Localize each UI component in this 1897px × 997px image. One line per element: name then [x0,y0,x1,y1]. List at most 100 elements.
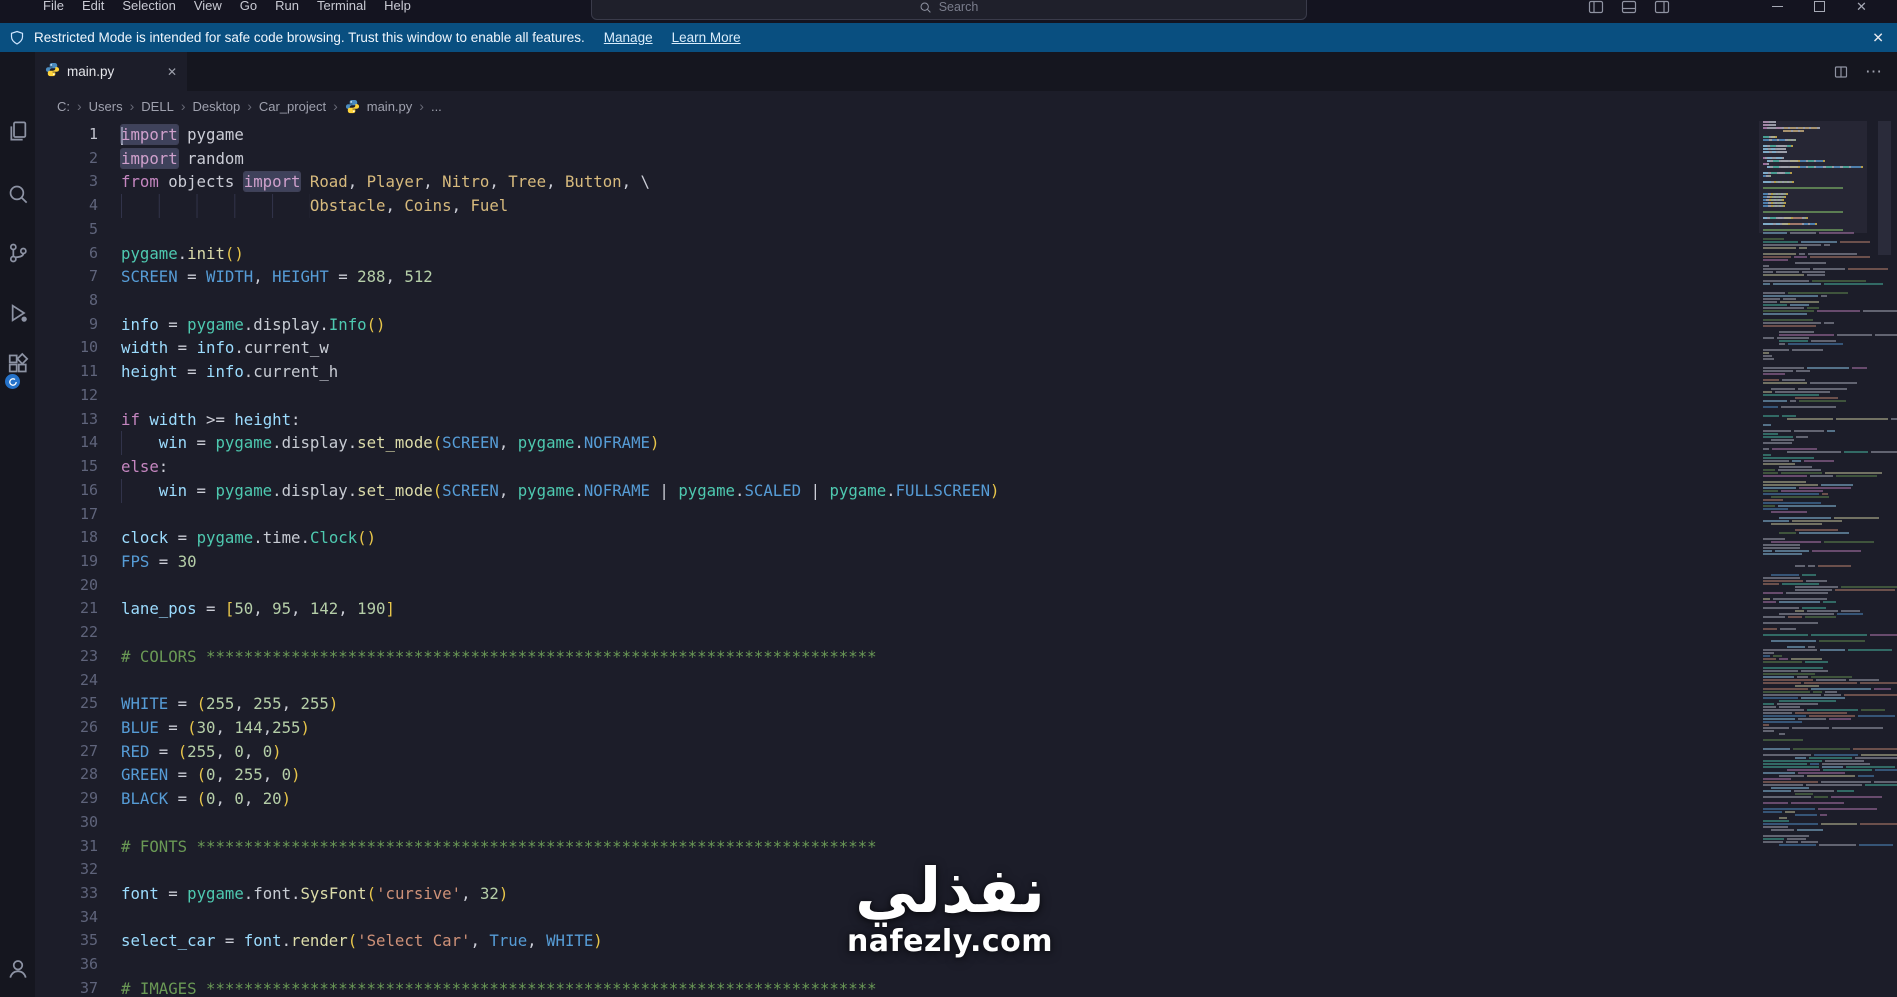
code-line[interactable]: 34 [35,906,1000,930]
code-line[interactable]: 3 from objects import Road, Player, Nitro… [35,170,1000,194]
code-line[interactable]: 25 WHITE = (255, 255, 255) [35,692,1000,716]
code-line[interactable]: 36 [35,953,1000,977]
code-line[interactable]: 23 # COLORS *****************************… [35,645,1000,669]
breadcrumb-item[interactable]: main.py [367,99,413,114]
line-number: 32 [79,860,98,879]
menu-edit[interactable]: Edit [73,0,113,13]
minimize-icon[interactable] [1772,5,1783,8]
menu-view[interactable]: View [185,0,231,13]
search-placeholder: Search [938,0,979,14]
code-line[interactable]: 17 [35,503,1000,527]
menu-selection[interactable]: Selection [113,0,184,13]
python-icon [45,62,60,76]
code-line[interactable]: 26 BLUE = (30, 144,255) [35,716,1000,740]
code-line[interactable]: 21 lane_pos = [50, 95, 142, 190] [35,597,1000,621]
code-line[interactable]: 29 BLACK = (0, 0, 20) [35,787,1000,811]
code-line[interactable]: 24 [35,669,1000,693]
code-text: from objects import Road, Player, Nitro,… [121,172,650,192]
menu-help[interactable]: Help [375,0,420,13]
line-number: 17 [79,504,98,523]
code-line[interactable]: 7 SCREEN = WIDTH, HEIGHT = 288, 512 [35,265,1000,289]
indent-guide [121,478,159,503]
search-sidebar-icon[interactable] [6,182,30,206]
menu-go[interactable]: Go [231,0,266,13]
window-close-icon[interactable]: ✕ [1856,0,1867,13]
indent-guide [121,431,159,456]
breadcrumb-item[interactable]: DELL [141,99,174,114]
code-line[interactable]: 19 FPS = 30 [35,550,1000,574]
code-text: font = pygame.font.SysFont('cursive', 32… [121,884,509,903]
menu-file[interactable]: File [34,0,73,13]
breadcrumb-item[interactable]: Users [89,99,123,114]
breadcrumb-item[interactable]: Desktop [193,99,241,114]
code-line[interactable]: 2 import random [35,147,1000,171]
code-line[interactable]: 30 [35,811,1000,835]
code-line[interactable]: 9 info = pygame.display.Info() [35,313,1000,337]
code-line[interactable]: 18 clock = pygame.time.Clock() [35,526,1000,550]
code-text: # FONTS ********************************… [121,836,877,856]
chevron-right-icon: › [419,98,424,114]
code-line[interactable]: 8 [35,289,1000,313]
breadcrumb-item[interactable]: ... [431,99,442,114]
minimap-slider[interactable] [1759,121,1867,233]
layout-sidebar-right-icon[interactable] [1654,0,1670,15]
search-icon [920,2,931,13]
breadcrumb-item[interactable]: Car_project [259,99,326,114]
line-number: 21 [79,599,98,618]
code-line[interactable]: 13 if width >= height: [35,408,1000,432]
more-actions-icon[interactable]: ⋯ [1865,62,1883,82]
code-line[interactable]: 28 GREEN = (0, 255, 0) [35,763,1000,787]
maximize-icon[interactable] [1814,1,1825,12]
split-editor-icon[interactable] [1833,64,1849,80]
account-icon[interactable] [6,957,30,981]
code-line[interactable]: 12 [35,384,1000,408]
code-line[interactable]: 32 [35,858,1000,882]
code-text: clock = pygame.time.Clock() [121,528,377,548]
explorer-icon[interactable] [6,119,30,143]
minimap[interactable] [1759,121,1897,881]
banner-close-icon[interactable]: ✕ [1872,29,1884,46]
code-line[interactable]: 15 else: [35,455,1000,479]
python-icon [345,99,359,113]
editor-group: main.py ✕ ⋯ C: › Users › DELL › Desktop › Car_pr… [35,52,1897,997]
code-line[interactable]: 16 win = pygame.display.set_mode(SCREEN, … [35,478,1000,503]
layout-sidebar-left-icon[interactable] [1588,0,1604,15]
line-number: 4 [88,196,98,215]
code-line[interactable]: 31 # FONTS ******************************… [35,835,1000,859]
extensions-icon[interactable] [6,352,30,376]
menu-run[interactable]: Run [266,0,308,13]
line-number: 5 [88,219,98,238]
code-editor[interactable]: 1 import pygame 2 import random 3 from object… [35,121,1897,997]
source-control-icon[interactable] [6,241,30,265]
code-text: info = pygame.display.Info() [121,314,386,334]
menu-terminal[interactable]: Terminal [308,0,375,13]
breadcrumb-item[interactable]: C: [57,99,70,114]
code-line[interactable]: 33 font = pygame.font.SysFont('cursive', … [35,882,1000,906]
code-line[interactable]: 20 [35,574,1000,598]
tab-close-icon[interactable]: ✕ [167,65,177,79]
code-line[interactable]: 4 Obstacle, Coins, Fuel [35,194,1000,218]
scrollbar-slider[interactable] [1878,121,1891,255]
search-box[interactable]: Search [590,0,1307,20]
run-and-debug-icon[interactable] [6,301,30,325]
code-line[interactable]: 22 [35,621,1000,645]
line-number: 12 [79,385,98,404]
menu-bar: File Edit Selection View Go Run Terminal Help [34,0,420,15]
code-line[interactable]: 35 select_car = font.render('Select Car',… [35,929,1000,953]
code-line[interactable]: 11 height = info.current_h [35,360,1000,384]
code-line[interactable]: 6 pygame.init() [35,242,1000,266]
tab-main-py[interactable]: main.py ✕ [35,52,187,91]
code-line[interactable]: 10 width = info.current_w [35,336,1000,360]
manage-link[interactable]: Manage [604,30,653,45]
vertical-scrollbar[interactable] [1878,121,1891,997]
code-line[interactable]: 5 [35,218,1000,242]
chevron-right-icon: › [333,98,338,114]
code-line[interactable]: 27 RED = (255, 0, 0) [35,740,1000,764]
code-line[interactable]: 1 import pygame [35,123,1000,147]
learn-more-link[interactable]: Learn More [672,30,741,45]
tab-file-icon [45,62,60,82]
layout-panel-bottom-icon[interactable] [1621,0,1637,15]
code-line[interactable]: 37 # IMAGES *****************************… [35,977,1000,997]
code-content[interactable]: 1 import pygame 2 import random 3 from object… [35,123,1000,997]
code-line[interactable]: 14 win = pygame.display.set_mode(SCREEN, … [35,431,1000,456]
